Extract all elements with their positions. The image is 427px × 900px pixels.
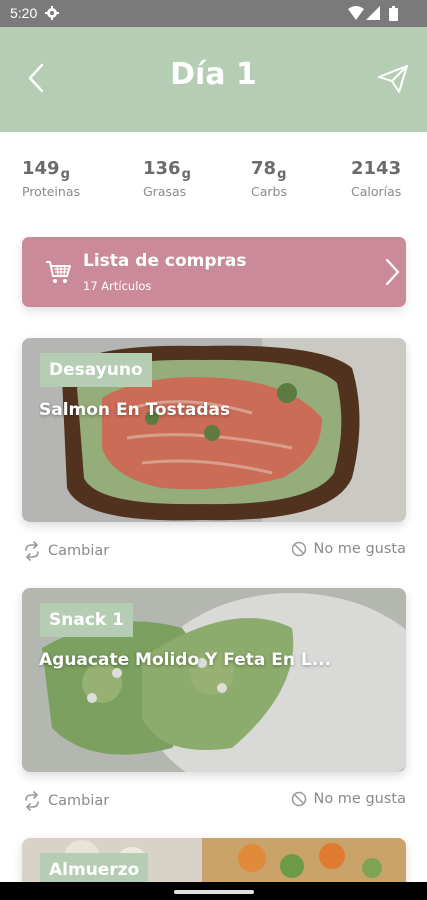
meal-card-lunch[interactable]: Almuerzo	[22, 838, 406, 882]
meal-category-badge: Snack 1	[40, 603, 133, 637]
macro-value: 2143	[351, 158, 402, 179]
macro-label: Grasas	[143, 184, 187, 199]
shopping-list-title: Lista de compras	[83, 251, 247, 271]
meal-name: Salmon En Tostadas	[39, 400, 231, 420]
macro-value: 78	[251, 158, 277, 179]
status-bar: 5:20	[0, 0, 427, 27]
meal-card-breakfast[interactable]: Desayuno Salmon En Tostadas	[22, 338, 406, 522]
cart-icon	[46, 261, 71, 283]
macros-summary: 149g Proteinas 136g Grasas 78g Carbs 214…	[0, 158, 427, 208]
macro-label: Proteinas	[22, 184, 80, 199]
meal-card-snack[interactable]: Snack 1 Aguacate Molido Y Feta En L...	[22, 588, 406, 772]
macro-label: Calorías	[351, 184, 402, 199]
swap-meal-button[interactable]: Cambiar	[22, 791, 109, 811]
battery-icon	[389, 6, 398, 21]
app-header: Día 1	[0, 27, 427, 132]
swap-icon	[25, 791, 39, 811]
send-icon[interactable]	[377, 63, 409, 95]
swap-icon	[25, 541, 39, 561]
macro-unit: g	[60, 167, 70, 182]
shopping-list-button[interactable]: Lista de compras 17 Artículos	[22, 237, 406, 307]
macro-fat: 136g Grasas	[143, 158, 191, 199]
chevron-right-icon	[385, 258, 400, 286]
macro-carbs: 78g Carbs	[251, 158, 287, 199]
dislike-meal-button[interactable]: No me gusta	[291, 791, 406, 807]
system-nav-bar	[0, 882, 427, 900]
dislike-meal-button[interactable]: No me gusta	[291, 541, 406, 557]
meal-name: Aguacate Molido Y Feta En L...	[39, 650, 332, 670]
swap-label: Cambiar	[48, 793, 110, 809]
home-gesture-handle[interactable]	[174, 890, 254, 894]
macro-protein: 149g Proteinas	[22, 158, 80, 199]
macro-value: 136	[143, 158, 181, 179]
swap-label: Cambiar	[48, 543, 110, 559]
macro-value: 149	[22, 158, 60, 179]
swap-meal-button[interactable]: Cambiar	[22, 541, 109, 561]
meal-actions: Cambiar No me gusta	[22, 539, 406, 565]
block-icon	[292, 791, 307, 807]
meal-category-badge: Desayuno	[40, 353, 152, 387]
dislike-label: No me gusta	[313, 541, 406, 557]
macro-label: Carbs	[251, 184, 287, 199]
macro-calories: 2143 Calorías	[351, 158, 402, 199]
macro-unit: g	[277, 167, 287, 182]
wifi-icon	[348, 6, 364, 20]
macro-unit: g	[181, 167, 191, 182]
meal-category-badge: Almuerzo	[40, 853, 149, 882]
page-title: Día 1	[170, 57, 257, 92]
meal-actions: Cambiar No me gusta	[22, 789, 406, 815]
block-icon	[292, 541, 307, 557]
shopping-list-count: 17 Artículos	[83, 279, 152, 293]
gear-icon	[45, 6, 59, 20]
signal-icon	[366, 6, 380, 20]
dislike-label: No me gusta	[313, 791, 406, 807]
status-time: 5:20	[10, 5, 38, 21]
